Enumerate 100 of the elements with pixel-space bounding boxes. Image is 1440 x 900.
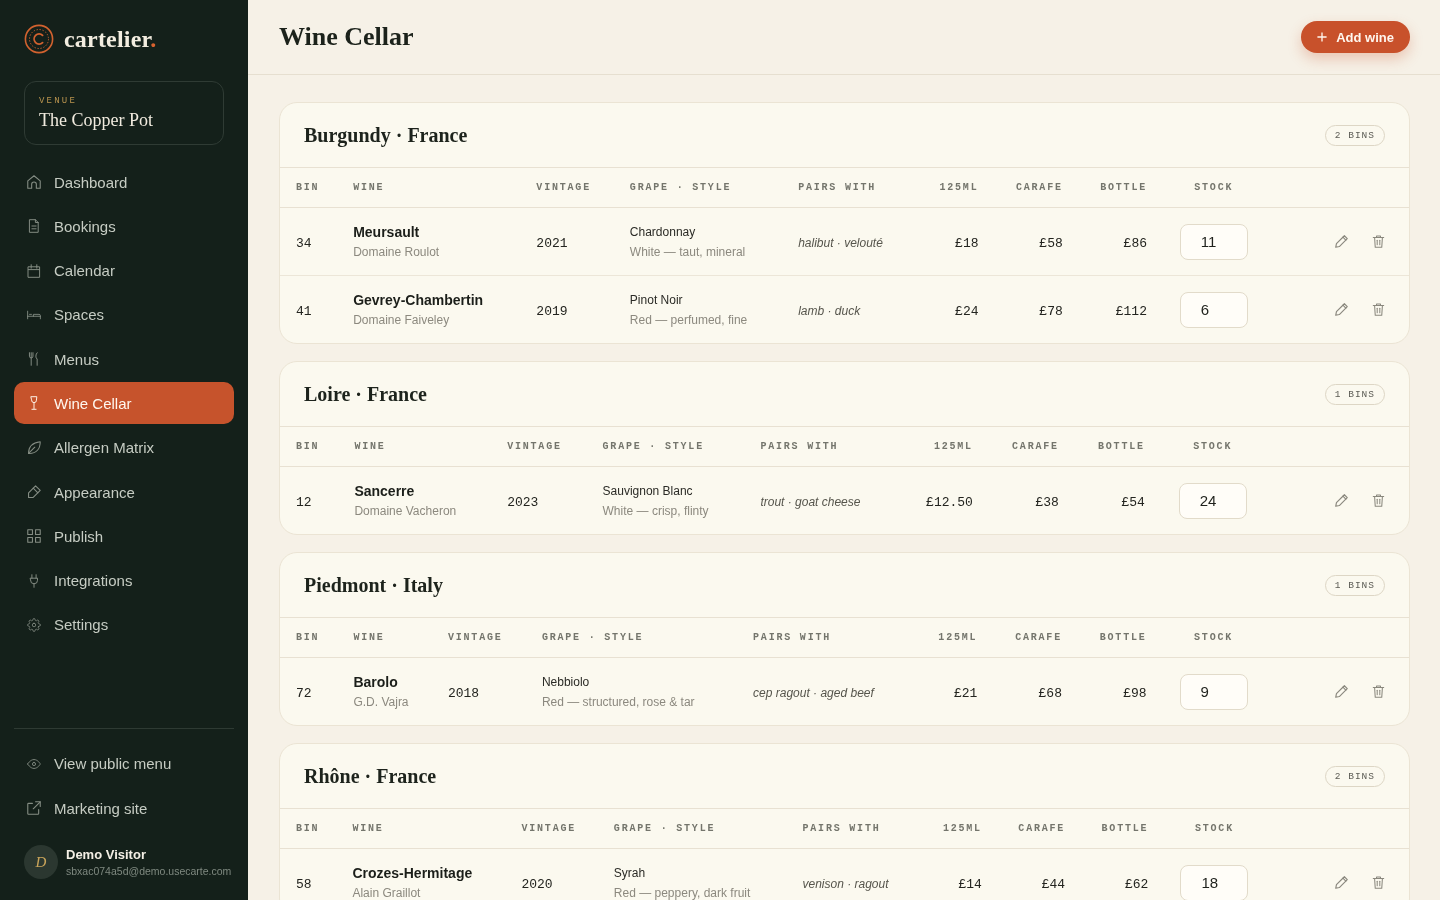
- calendar-icon: [27, 263, 41, 278]
- grape-name: Pinot Noir: [629, 292, 683, 309]
- trash-icon: [1371, 494, 1385, 507]
- column-header: CARAFE: [1015, 632, 1062, 643]
- carafe-price: £38: [1035, 494, 1059, 510]
- column-header: GRAPE · STYLE: [541, 632, 644, 643]
- column-header: VINTAGE: [536, 182, 591, 193]
- pairing-text: cep ragout · aged beef: [753, 685, 874, 700]
- nav-item[interactable]: Appearance: [14, 471, 234, 514]
- region-title: Piedmont · Italy: [304, 573, 443, 597]
- bin-number: 12: [296, 494, 312, 510]
- column-header: STOCK: [1194, 823, 1234, 834]
- bin-number: 72: [296, 685, 312, 701]
- carafe-price: £58: [1039, 235, 1063, 251]
- stock-input[interactable]: 6: [1179, 291, 1248, 328]
- column-header: PAIRS WITH: [798, 182, 877, 193]
- glass-price: £12.50: [926, 494, 973, 510]
- stock-input[interactable]: 24: [1178, 482, 1247, 519]
- column-header: CARAFE: [1015, 182, 1063, 193]
- grape-name: Sauvignon Blanc: [602, 483, 693, 500]
- pencil-icon: [27, 485, 41, 500]
- nav-item[interactable]: Settings: [14, 603, 234, 646]
- column-header: BIN: [296, 441, 320, 452]
- stock-input[interactable]: 18: [1180, 864, 1249, 900]
- pencil-icon: [1335, 235, 1349, 248]
- column-header: PAIRS WITH: [760, 441, 839, 452]
- leaf-icon: [27, 440, 41, 455]
- vintage-year: 2020: [521, 876, 553, 892]
- grape-name: Chardonnay: [629, 224, 696, 241]
- column-header: 125ML: [933, 441, 973, 452]
- style-note: White — taut, mineral: [629, 244, 746, 260]
- vintage-year: 2021: [536, 235, 568, 251]
- bin-number: 41: [296, 303, 312, 319]
- document-icon: [27, 219, 41, 234]
- column-header: STOCK: [1193, 441, 1233, 452]
- glass-price: £18: [955, 235, 979, 251]
- fork-knife-icon: [27, 352, 41, 367]
- glass-price: £14: [958, 876, 982, 892]
- column-header: GRAPE · STYLE: [613, 823, 716, 834]
- sidebar-link[interactable]: View public menu: [14, 742, 234, 785]
- grape-name: Nebbiolo: [541, 674, 590, 691]
- bottle-price: £62: [1124, 876, 1149, 892]
- nav-item[interactable]: Calendar: [14, 249, 234, 292]
- vintage-year: 2018: [447, 685, 480, 701]
- plug-icon: [27, 573, 41, 588]
- pencil-icon: [1335, 303, 1349, 316]
- eye-icon: [27, 756, 41, 771]
- column-header: CARAFE: [1012, 441, 1059, 452]
- region-title: Rhône · France: [304, 764, 437, 788]
- nav-item[interactable]: Publish: [14, 515, 234, 558]
- gear-icon: [27, 617, 41, 632]
- bin-number: 34: [296, 235, 312, 251]
- nav-item[interactable]: Menus: [14, 338, 234, 381]
- pencil-icon: [1335, 494, 1349, 507]
- nav-item[interactable]: Allergen Matrix: [14, 426, 234, 469]
- grape-name: Syrah: [613, 865, 646, 882]
- producer-name: Domaine Faiveley: [353, 312, 450, 328]
- stock-input[interactable]: 9: [1179, 673, 1248, 710]
- carafe-price: £78: [1039, 303, 1063, 319]
- carafe-price: £44: [1041, 876, 1066, 892]
- stock-input[interactable]: 11: [1179, 223, 1248, 260]
- user-avatar: D: [24, 845, 58, 879]
- nav-item[interactable]: Bookings: [14, 205, 234, 248]
- pencil-icon: [1335, 685, 1349, 698]
- column-header: VINTAGE: [521, 823, 577, 834]
- venue-name: The Copper Pot: [39, 110, 153, 131]
- grid-icon: [27, 529, 41, 544]
- user-email: sbxac074a5d@demo.usecarte.com: [66, 865, 232, 877]
- column-header: WINE: [354, 441, 386, 452]
- region-title: Loire · France: [304, 382, 427, 406]
- nav-item[interactable]: Wine Cellar: [14, 382, 234, 425]
- wine-name: Barolo: [353, 673, 398, 691]
- house-icon: [27, 175, 41, 189]
- pairing-text: lamb · duck: [798, 303, 861, 318]
- nav-item[interactable]: Dashboard: [14, 161, 234, 203]
- page-title: Wine Cellar: [279, 22, 414, 52]
- pairing-text: halibut · velouté: [798, 235, 883, 250]
- bottle-price: £112: [1115, 303, 1147, 319]
- column-header: VINTAGE: [447, 632, 503, 643]
- venue-label: VENUE: [39, 96, 77, 106]
- nav-item[interactable]: Spaces: [14, 293, 234, 336]
- trash-icon: [1371, 685, 1385, 698]
- trash-icon: [1371, 235, 1385, 248]
- column-header: WINE: [352, 823, 384, 834]
- pencil-icon: [1335, 876, 1349, 889]
- nav-item[interactable]: Integrations: [14, 559, 234, 602]
- vintage-year: 2019: [536, 303, 568, 319]
- column-header: CARAFE: [1018, 823, 1066, 834]
- wine-name: Sancerre: [354, 482, 415, 500]
- wine-name: Meursault: [353, 223, 420, 241]
- venue-card[interactable]: VENUE The Copper Pot: [24, 81, 224, 145]
- trash-icon: [1371, 876, 1385, 889]
- producer-name: G.D. Vajra: [353, 694, 409, 710]
- sidebar-link[interactable]: Marketing site: [14, 787, 234, 829]
- column-header: PAIRS WITH: [753, 632, 832, 643]
- column-header: WINE: [353, 182, 385, 193]
- bottle-price: £98: [1123, 685, 1147, 701]
- trash-icon: [1371, 303, 1385, 316]
- add-wine-button[interactable]: Add wine: [1301, 21, 1410, 53]
- column-header: PAIRS WITH: [802, 823, 881, 834]
